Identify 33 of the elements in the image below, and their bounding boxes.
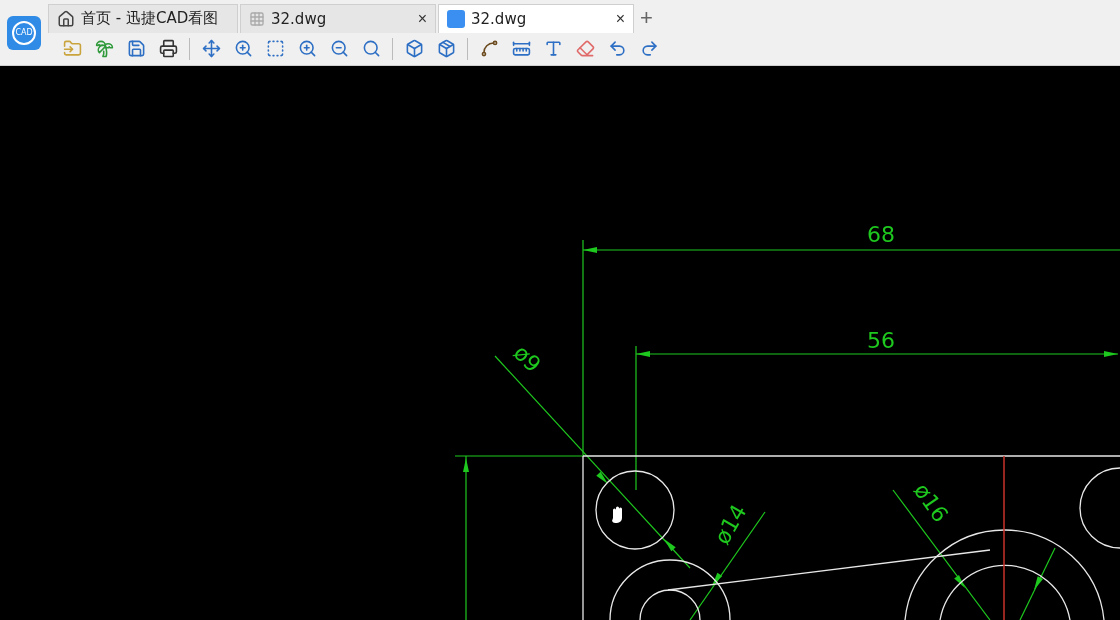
dimension-label: 68 <box>867 222 895 247</box>
eraser-icon <box>575 39 595 59</box>
grid-icon <box>249 10 265 27</box>
dimension-label: ø9 <box>508 340 546 378</box>
cube-icon <box>436 39 456 59</box>
close-tab-button[interactable]: × <box>615 9 625 28</box>
home-icon <box>57 9 75 28</box>
folder-icon <box>62 39 82 59</box>
print-icon <box>158 39 178 59</box>
dimension-label: ø16 <box>909 478 954 527</box>
undo-icon <box>607 39 627 59</box>
save-icon <box>126 39 146 59</box>
text-icon <box>543 39 563 59</box>
zoom-window-icon <box>265 39 285 59</box>
dimension-icon <box>511 39 531 59</box>
hand-cursor-icon <box>612 506 622 523</box>
app-logo: CAD <box>7 15 41 50</box>
tab[interactable]: 首页 - 迅捷CAD看图 <box>48 3 238 33</box>
palm-tree-icon <box>94 39 114 59</box>
zoom-out-icon <box>329 39 349 59</box>
move-icon <box>201 39 221 59</box>
new-tab-button[interactable]: + <box>636 3 657 33</box>
cube-icon <box>404 39 424 59</box>
close-tab-button[interactable]: × <box>417 9 427 28</box>
tab[interactable]: 32.dwg × <box>240 3 436 33</box>
measure-line-icon <box>479 39 499 59</box>
file-icon <box>447 9 465 28</box>
zoom-in-icon <box>297 39 317 59</box>
tab[interactable]: 32.dwg × <box>438 3 634 33</box>
dimension-label: 56 <box>867 328 895 353</box>
zoom-extents-icon <box>233 39 253 59</box>
redo-icon <box>639 39 659 59</box>
zoom-previous-icon <box>361 39 381 59</box>
